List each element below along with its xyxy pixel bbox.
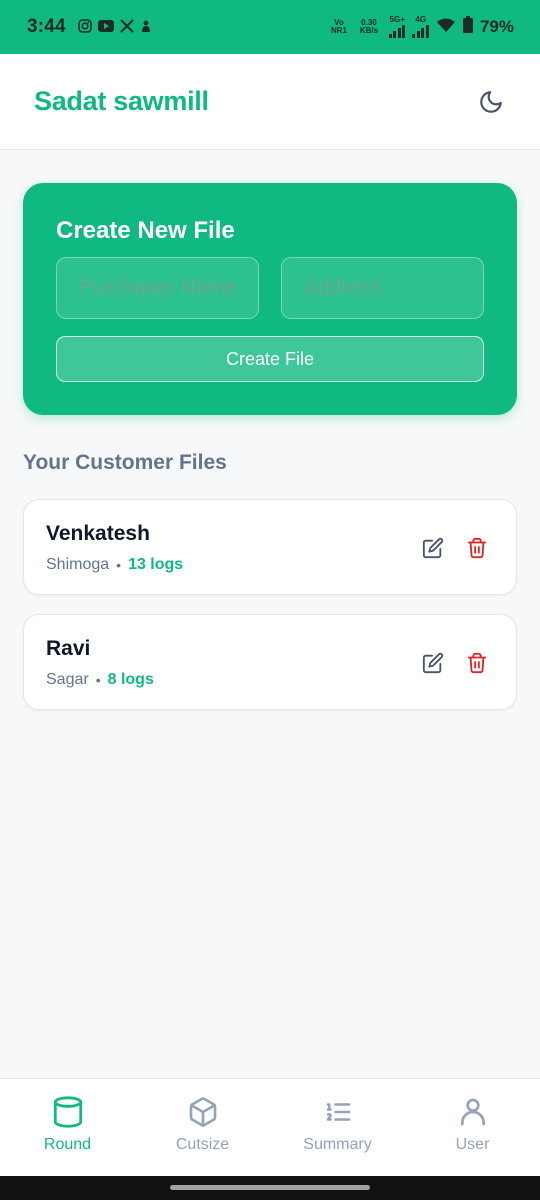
- system-gesture-bar: [0, 1176, 540, 1200]
- theme-toggle-button[interactable]: [476, 87, 506, 117]
- cylinder-icon: [53, 1096, 82, 1128]
- status-bar: 3:44 Vo NR1 0.30 KB/s 5G+ 4G 79%: [0, 0, 540, 54]
- separator-dot: •: [116, 557, 122, 573]
- bottom-nav: Round Cutsize Summary User: [0, 1078, 540, 1176]
- customer-files-heading: Your Customer Files: [23, 451, 227, 474]
- address-input[interactable]: [281, 257, 484, 319]
- file-card[interactable]: Venkatesh Shimoga • 13 logs: [23, 499, 517, 595]
- purchaser-name-input[interactable]: [56, 257, 259, 319]
- notification-icon: [140, 19, 152, 35]
- app-title: Sadat sawmill: [34, 86, 209, 116]
- battery-percent: 79%: [479, 17, 514, 36]
- x-icon: [120, 19, 134, 35]
- nav-label-user: User: [455, 1136, 490, 1153]
- trash-icon: [467, 537, 487, 559]
- nav-item-cutsize[interactable]: Cutsize: [135, 1079, 270, 1176]
- edit-button[interactable]: [422, 537, 444, 559]
- file-meta: Sagar • 8 logs: [46, 671, 154, 689]
- nav-item-round[interactable]: Round: [0, 1079, 135, 1176]
- home-gesture-handle[interactable]: [170, 1185, 370, 1190]
- edit-icon: [422, 652, 444, 674]
- file-name: Venkatesh: [46, 522, 150, 545]
- user-icon: [460, 1098, 485, 1126]
- file-log-count: 13 logs: [128, 556, 184, 573]
- battery-icon: [462, 16, 473, 38]
- file-place: Shimoga: [46, 556, 110, 573]
- file-card[interactable]: Ravi Sagar • 8 logs: [23, 614, 517, 710]
- delete-button[interactable]: [466, 652, 488, 674]
- nav-label-summary: Summary: [303, 1136, 372, 1153]
- nav-label-round: Round: [43, 1136, 92, 1153]
- youtube-icon: [97, 20, 114, 34]
- signal-4g-label: 4G: [415, 15, 427, 24]
- trash-icon: [467, 652, 487, 674]
- instagram-icon: [78, 19, 92, 35]
- create-file-card: Create New File Create File: [23, 183, 517, 415]
- edit-icon: [422, 537, 444, 559]
- app-bar: Sadat sawmill: [0, 54, 540, 150]
- create-file-button[interactable]: Create File: [56, 336, 484, 382]
- signal-5g-icon: [388, 24, 406, 38]
- delete-button[interactable]: [466, 537, 488, 559]
- file-place: Sagar: [46, 671, 89, 688]
- volte-indicator: Vo NR1: [330, 18, 347, 35]
- nav-label-cutsize: Cutsize: [175, 1136, 230, 1153]
- status-time: 3:44: [27, 16, 66, 37]
- create-file-title: Create New File: [56, 217, 235, 244]
- signal-4g-icon: [412, 24, 429, 38]
- file-log-count: 8 logs: [107, 671, 154, 688]
- file-name: Ravi: [46, 637, 91, 660]
- nav-item-user[interactable]: User: [405, 1079, 540, 1176]
- net-speed: 0.30 KB/s: [359, 18, 379, 35]
- list-ordered-icon: [326, 1103, 350, 1121]
- separator-dot: •: [95, 672, 101, 688]
- file-meta: Shimoga • 13 logs: [46, 556, 183, 574]
- wifi-icon: [436, 17, 456, 38]
- signal-5g-label: 5G+: [389, 15, 405, 24]
- nav-item-summary[interactable]: Summary: [270, 1079, 405, 1176]
- moon-icon: [480, 90, 502, 113]
- edit-button[interactable]: [422, 652, 444, 674]
- box-icon: [189, 1097, 216, 1127]
